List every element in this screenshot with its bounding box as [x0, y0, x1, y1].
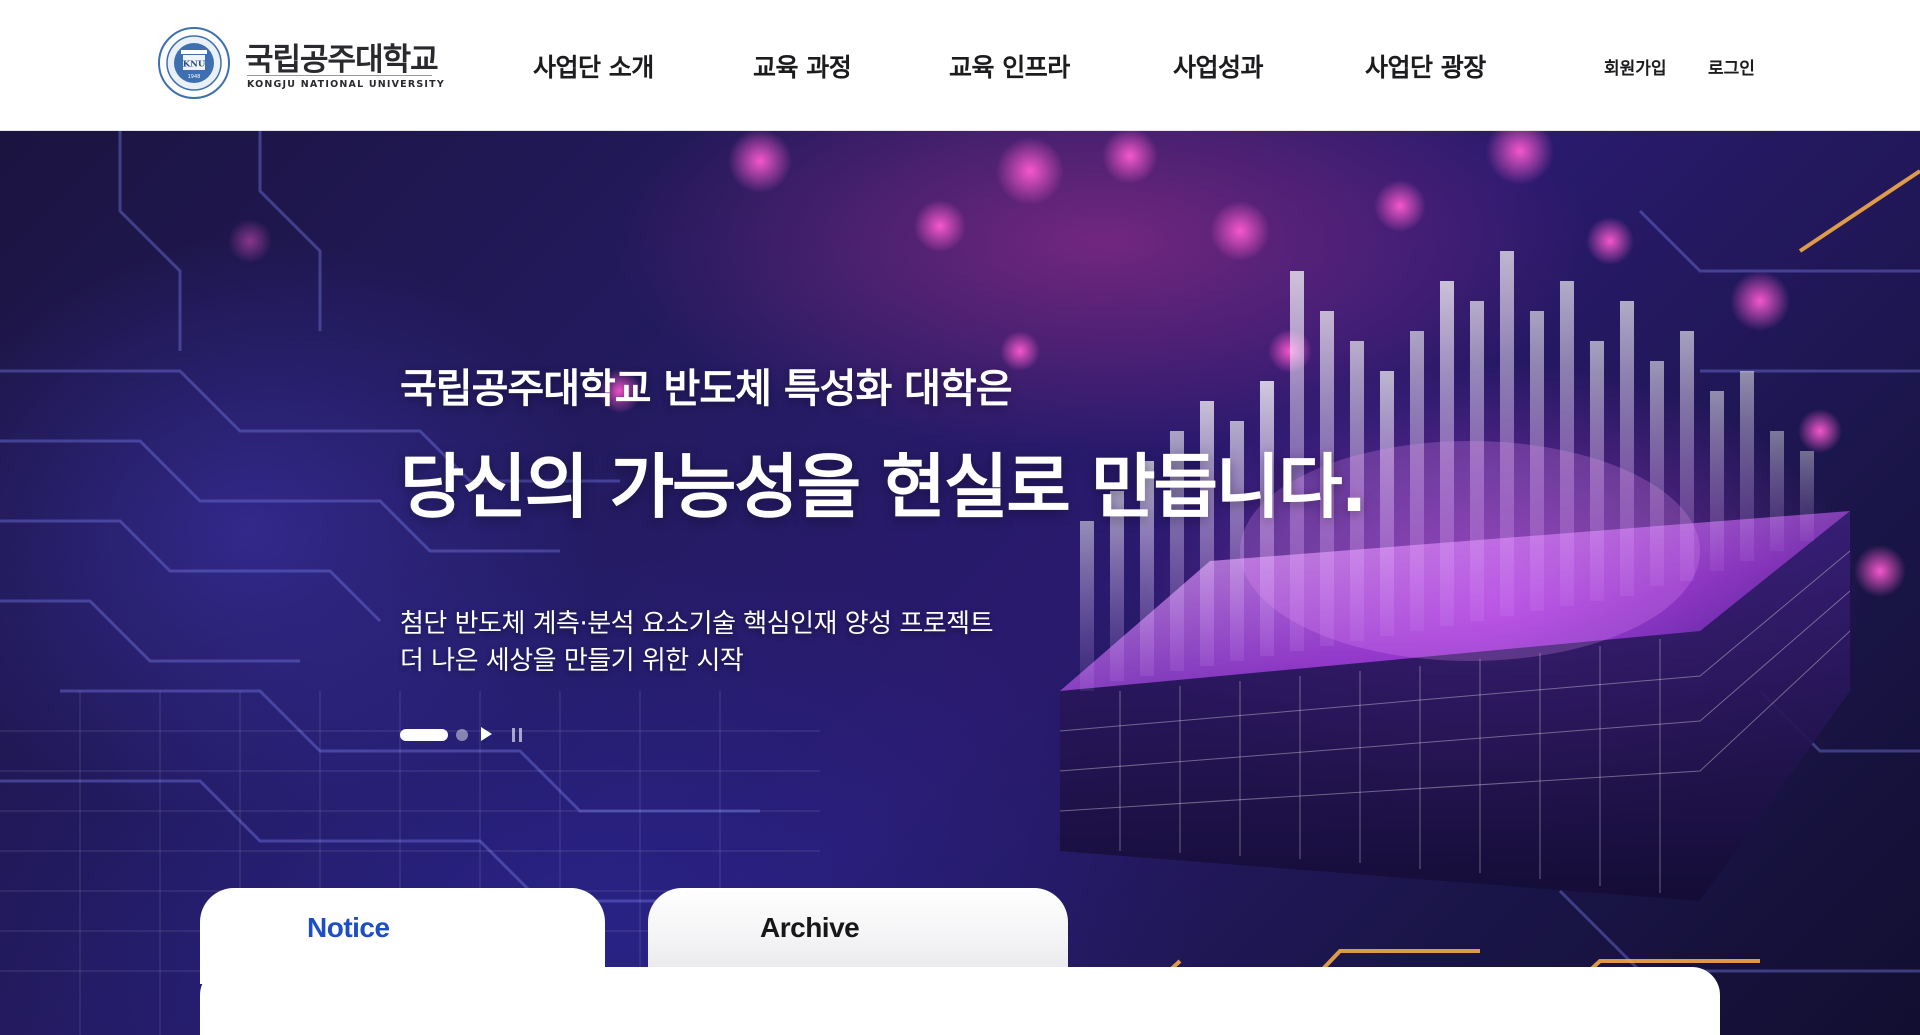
nav-item-achievements[interactable]: 사업성과 [1173, 48, 1264, 84]
login-link[interactable]: 로그인 [1708, 54, 1755, 79]
slide-indicator-active[interactable] [400, 729, 448, 741]
nav-item-about[interactable]: 사업단 소개 [533, 48, 654, 84]
emblem-text: KNU [183, 60, 206, 70]
nav-item-curriculum[interactable]: 교육 과정 [753, 48, 852, 84]
hero-description: 첨단 반도체 계측·분석 요소기술 핵심인재 양성 프로젝트 더 나은 세상을 … [400, 606, 994, 680]
slider-controls [400, 725, 540, 745]
university-logo[interactable]: KNU 1948 국립공주대학교 KONGJU NATIONAL UNIVERS… [157, 26, 444, 100]
tab-archive-label: Archive [760, 912, 860, 943]
emblem-year: 1948 [188, 74, 201, 80]
hero-title: 당신의 가능성을 현실로 만듭니다. [400, 446, 1367, 528]
board-panel [200, 967, 1720, 1035]
nav-item-plaza[interactable]: 사업단 광장 [1365, 48, 1486, 84]
logo-name-english: KONGJU NATIONAL UNIVERSITY [247, 75, 444, 90]
site-header: KNU 1948 국립공주대학교 KONGJU NATIONAL UNIVERS… [0, 0, 1920, 131]
hero-description-line-1: 첨단 반도체 계측·분석 요소기술 핵심인재 양성 프로젝트 [400, 609, 994, 639]
play-icon[interactable] [481, 727, 492, 741]
signup-link[interactable]: 회원가입 [1604, 54, 1667, 79]
university-emblem-icon: KNU 1948 [158, 27, 230, 99]
pause-icon[interactable] [512, 728, 524, 742]
slide-indicator[interactable] [456, 729, 468, 741]
hero-subtitle: 국립공주대학교 반도체 특성화 대학은 [400, 366, 1013, 412]
tab-notice-label: Notice [307, 912, 390, 943]
hero-description-line-2: 더 나은 세상을 만들기 위한 시작 [400, 646, 744, 676]
logo-name-korean: 국립공주대학교 [245, 42, 439, 78]
nav-item-infrastructure[interactable]: 교육 인프라 [949, 48, 1070, 84]
